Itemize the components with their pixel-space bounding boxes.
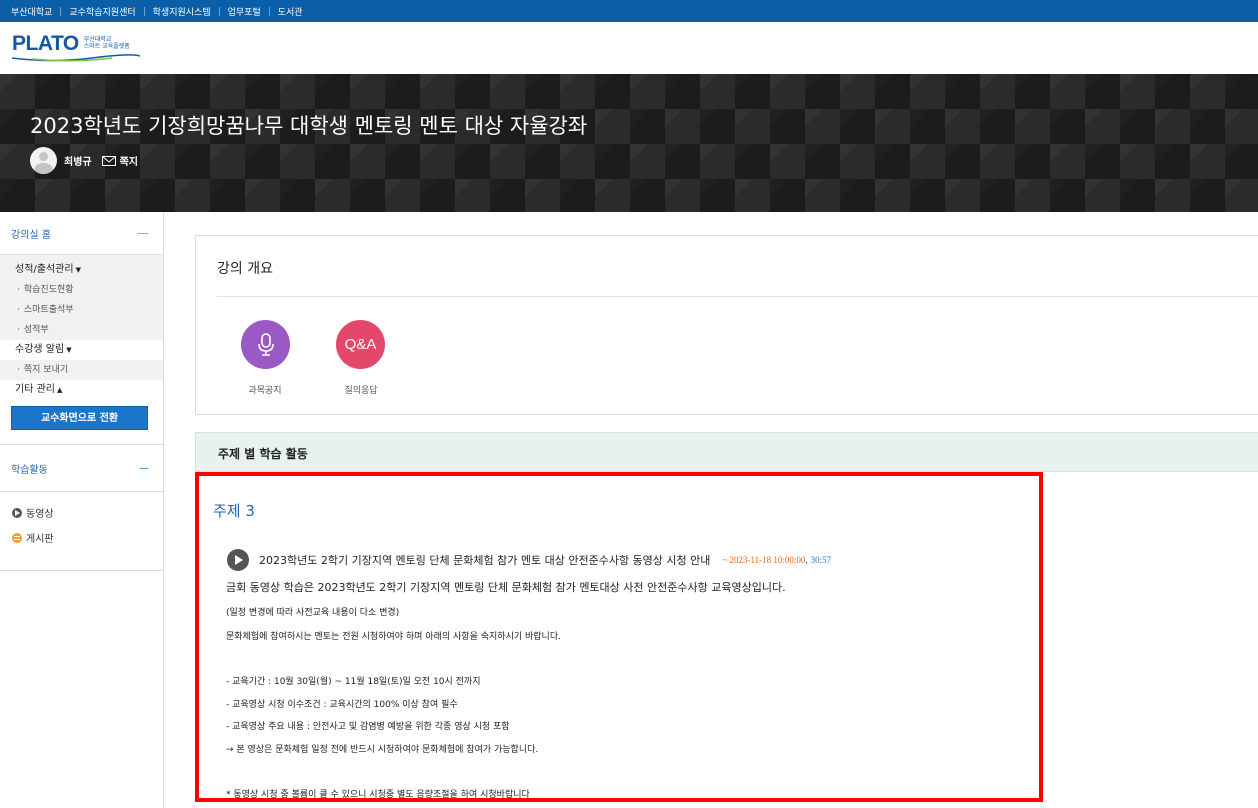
envelope-icon xyxy=(101,155,116,166)
top-navigation-bar: 부산대학교 교수학습지원센터 학생지원시스템 업무포털 도서관 xyxy=(0,0,1258,22)
sidebar-item-video[interactable]: 동영상 xyxy=(0,500,163,525)
notice-label: 수강생 알림 xyxy=(15,344,65,355)
sidebar-item-activities[interactable]: 학습활동 — xyxy=(0,445,163,492)
play-icon xyxy=(12,507,22,518)
course-title: 2023학년도 기장희망꿈나무 대학생 멘토링 멘토 대상 자율강좌 xyxy=(30,114,588,138)
course-notice-button[interactable] xyxy=(241,320,290,369)
caret-up-icon: ▲ xyxy=(56,386,63,394)
sidebar-item-board[interactable]: 게시판 xyxy=(0,525,163,550)
logo-subtitle: 부산대학교 스마트 교육플랫폼 xyxy=(84,36,130,50)
topbar-link-student-system[interactable]: 학생지원시스템 xyxy=(136,5,211,18)
course-banner: 2023학년도 기장희망꿈나무 대학생 멘토링 멘토 대상 자율강좌 최병규 쪽… xyxy=(0,74,1258,212)
topics-header-label: 주제 별 학습 활동 xyxy=(218,447,308,461)
topic-3-panel-highlighted: 주제 3 2023학년도 2학기 기장지역 멘토링 단체 문화체험 참가 멘토 … xyxy=(195,472,1043,802)
professor-info: 최병규 쪽지 xyxy=(30,147,138,174)
video-duration: 30:57 xyxy=(810,555,832,565)
topbar-link-pnu[interactable]: 부산대학교 xyxy=(11,5,52,18)
course-notice-label[interactable]: 과목공지 xyxy=(230,383,300,396)
description-line-3: 문화체험에 참여하시는 멘토는 전원 시청하여야 하며 아래의 사항을 숙지하시… xyxy=(226,632,561,642)
description-line-5: - 교육영상 시청 이수조건 : 교육시간의 100% 이상 참여 필수 xyxy=(226,700,458,710)
video-activity-row[interactable]: 2023학년도 2학기 기장지역 멘토링 단체 문화체험 참가 멘토 대상 안전… xyxy=(227,549,831,571)
sidebar: 강의실 홈 — 성적/출석관리▼ 학습진도현황 스마트출석부 성적부 수강생 알… xyxy=(0,212,164,808)
description-line-7: → 본 영상은 문화체험 일정 전에 반드시 시청하여야 문화체험에 참여가 가… xyxy=(226,745,539,755)
logo-subtitle-line1: 부산대학교 xyxy=(83,36,112,43)
description-line-1: 금회 동영상 학습은 2023학년도 2학기 기장지역 멘토링 단체 문화체험 … xyxy=(226,581,786,594)
sidebar-category-grades[interactable]: 성적/출석관리 ▼ xyxy=(0,255,163,280)
qa-icon: Q&A xyxy=(344,336,377,353)
caret-down-icon: ▼ xyxy=(66,346,72,354)
divider xyxy=(0,550,163,571)
play-icon xyxy=(227,549,249,571)
qa-button[interactable]: Q&A xyxy=(336,320,385,369)
description-line-2: (일정 변경에 따라 사전교육 내용이 다소 변경) xyxy=(226,608,400,618)
board-icon xyxy=(12,532,22,543)
course-home-label: 강의실 홈 xyxy=(11,229,51,241)
separator: , xyxy=(805,555,808,565)
sidebar-item-progress[interactable]: 학습진도현황 xyxy=(0,280,163,300)
video-label: 동영상 xyxy=(26,509,54,520)
site-header: PLATO 부산대학교 스마트 교육플랫폼 xyxy=(0,22,1258,74)
topbar-link-library[interactable]: 도서관 xyxy=(261,5,303,18)
board-label: 게시판 xyxy=(26,534,54,545)
divider xyxy=(217,296,1258,297)
sidebar-group-grades: 성적/출석관리▼ 학습진도현황 스마트출석부 성적부 xyxy=(0,255,163,340)
message-label: 쪽지 xyxy=(119,157,139,168)
sidebar-item-attendance[interactable]: 스마트출석부 xyxy=(0,300,163,320)
switch-to-professor-view-button[interactable]: 교수화면으로 전환 xyxy=(11,406,148,430)
logo-subtitle-line2: 스마트 교육플랫폼 xyxy=(83,43,130,50)
topic-title: 주제 3 xyxy=(213,502,255,520)
description-line-4: - 교육기간 : 10월 30일(월) ~ 11월 18일(토)일 오전 10시… xyxy=(226,677,481,687)
course-overview-panel: 강의 개요 Q&A 과목공지 질의응답 xyxy=(195,235,1258,415)
video-deadline: ~ 2023-11-18 10:00:00 xyxy=(722,555,806,565)
avatar xyxy=(30,147,57,174)
sidebar-category-notice[interactable]: 수강생 알림 ▼ xyxy=(0,340,163,360)
caret-down-icon: ▼ xyxy=(75,266,81,274)
collapse-icon[interactable]: — xyxy=(139,463,149,474)
video-title-link[interactable]: 2023학년도 2학기 기장지역 멘토링 단체 문화체험 참가 멘토 대상 안전… xyxy=(259,552,710,568)
topbar-link-work-portal[interactable]: 업무포털 xyxy=(211,5,261,18)
topics-section-header: 주제 별 학습 활동 xyxy=(195,432,1258,472)
grades-label: 성적/출석관리 xyxy=(15,264,74,275)
sidebar-item-course-home[interactable]: 강의실 홈 — xyxy=(0,212,163,255)
description-line-6: - 교육영상 주요 내용 : 안전사고 및 감염병 예방을 위한 각종 영상 시… xyxy=(226,722,510,732)
sidebar-group-notice: 수강생 알림▼ 쪽지 보내기 xyxy=(0,340,163,380)
professor-name[interactable]: 최병규 xyxy=(64,153,92,168)
overview-title: 강의 개요 xyxy=(217,261,273,277)
etc-label: 기타 관리 xyxy=(15,384,55,395)
logo-swoosh-icon xyxy=(12,54,140,62)
message-link[interactable]: 쪽지 xyxy=(101,153,139,168)
sidebar-item-send-message[interactable]: 쪽지 보내기 xyxy=(0,360,163,380)
topbar-link-teaching-center[interactable]: 교수학습지원센터 xyxy=(52,5,135,18)
description-line-8: * 동영상 시청 중 볼륨이 클 수 있으니 시청중 별도 음량조절을 하여 시… xyxy=(226,790,530,800)
sidebar-category-etc[interactable]: 기타 관리 ▲ xyxy=(0,380,163,400)
plato-logo[interactable]: PLATO 부산대학교 스마트 교육플랫폼 xyxy=(12,32,140,62)
sidebar-item-gradebook[interactable]: 성적부 xyxy=(0,320,163,340)
qa-label[interactable]: 질의응답 xyxy=(326,383,396,396)
activities-label: 학습활동 xyxy=(11,464,48,476)
collapse-icon[interactable]: — xyxy=(137,226,149,240)
microphone-icon xyxy=(257,332,274,356)
logo-wordmark: PLATO xyxy=(12,32,79,55)
divider xyxy=(0,430,163,445)
